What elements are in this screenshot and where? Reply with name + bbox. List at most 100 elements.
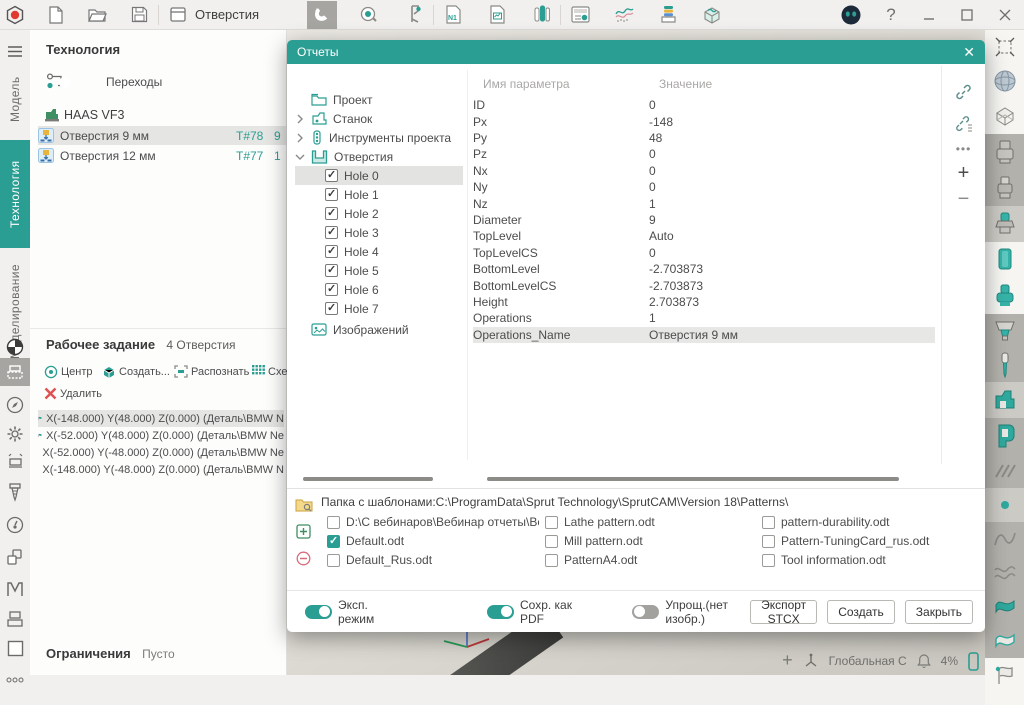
hatch-section-icon[interactable]: [985, 454, 1024, 488]
param-row[interactable]: Diameter9: [473, 212, 935, 228]
param-row[interactable]: Nx0: [473, 163, 935, 179]
hole-checkbox[interactable]: [325, 283, 338, 296]
template-checkbox[interactable]: [762, 535, 775, 548]
copy-cubes-icon[interactable]: [0, 543, 30, 571]
export-mode-toggle[interactable]: [305, 605, 332, 619]
template-checkbox[interactable]: [762, 554, 775, 567]
operation-row[interactable]: Отверстия 12 мм T#77 1: [38, 146, 286, 165]
workpiece-flag-icon[interactable]: [985, 590, 1024, 624]
simplified-toggle[interactable]: [632, 605, 659, 619]
param-row[interactable]: Operations1: [473, 310, 935, 326]
postprocessor-box-button[interactable]: [697, 1, 727, 29]
tree-hscrollbar[interactable]: [303, 477, 433, 481]
tree-item-hole[interactable]: Hole 0: [295, 166, 463, 185]
link-icon[interactable]: [955, 84, 972, 101]
tree-item-hole[interactable]: Hole 4: [295, 242, 463, 261]
notifications-bell-icon[interactable]: [917, 653, 931, 669]
save-button[interactable]: [124, 1, 154, 29]
delete-button[interactable]: Удалить: [44, 387, 102, 400]
machine-name[interactable]: HAAS VF3: [64, 108, 124, 122]
machine-transform-icon[interactable]: [0, 447, 30, 475]
print-layers-button[interactable]: [653, 1, 683, 29]
coordinate-system-label[interactable]: Глобальная СК: [829, 654, 907, 668]
template-checkbox[interactable]: [327, 535, 340, 548]
create-report-button[interactable]: Создать: [827, 600, 895, 624]
blank-square-icon[interactable]: [0, 634, 30, 662]
remove-param-button[interactable]: −: [958, 194, 970, 204]
tree-item-hole[interactable]: Hole 1: [295, 185, 463, 204]
add-param-button[interactable]: +: [958, 166, 970, 180]
close-window-button[interactable]: [990, 1, 1020, 29]
holder-display-2-icon[interactable]: [985, 170, 1024, 206]
job-point-row[interactable]: X(-148.000) Y(48.000) Z(0.000) (Деталь\B…: [38, 410, 284, 427]
save-pdf-toggle[interactable]: [487, 605, 514, 619]
assistant-robot-button[interactable]: [836, 1, 866, 29]
more-options-icon[interactable]: •••: [956, 146, 972, 152]
tree-item-hole[interactable]: Hole 3: [295, 223, 463, 242]
select-frame-icon[interactable]: [985, 30, 1024, 64]
export-stcx-button[interactable]: Экспорт STCX: [750, 600, 817, 624]
template-checkbox[interactable]: [762, 516, 775, 529]
open-file-button[interactable]: [82, 1, 112, 29]
param-row[interactable]: Px-148: [473, 113, 935, 129]
drill-tool-icon[interactable]: [0, 478, 30, 506]
hole-checkbox[interactable]: [325, 207, 338, 220]
operation-row[interactable]: Отверстия 9 мм T#78 9: [38, 126, 286, 145]
template-checkbox[interactable]: [545, 516, 558, 529]
close-dialog-button[interactable]: Закрыть: [905, 600, 973, 624]
workpiece-quadrant-icon[interactable]: [0, 333, 30, 361]
simplified-toggle-row[interactable]: Упрощ.(нет изобр.): [632, 598, 750, 626]
export-mode-toggle-row[interactable]: Эксп. режим: [305, 598, 392, 626]
point-display-icon[interactable]: [985, 488, 1024, 522]
add-template-button[interactable]: [296, 524, 311, 539]
flag-check-icon[interactable]: [985, 658, 1024, 705]
template-file[interactable]: Lathe pattern.odt: [545, 515, 757, 529]
dialog-titlebar[interactable]: Отчеты ✕: [287, 40, 985, 64]
param-row[interactable]: Height2.703873: [473, 294, 935, 310]
template-file[interactable]: Tool information.odt: [762, 553, 974, 567]
template-checkbox[interactable]: [327, 516, 340, 529]
template-file[interactable]: Default_Rus.odt: [327, 553, 539, 567]
maximize-button[interactable]: [952, 1, 982, 29]
minimize-button[interactable]: [914, 1, 944, 29]
template-file[interactable]: PatternA4.odt: [545, 553, 757, 567]
job-point-row[interactable]: X(-148.000) Y(-48.000) Z(0.000) (Деталь\…: [38, 461, 284, 478]
table-hscrollbar[interactable]: [487, 477, 899, 481]
workpiece-flag-2-icon[interactable]: [985, 624, 1024, 658]
recognize-button[interactable]: Распознать: [174, 365, 249, 378]
holder-display-1-icon[interactable]: [985, 134, 1024, 170]
dialog-close-icon[interactable]: ✕: [963, 44, 975, 61]
gauge-icon[interactable]: [0, 511, 30, 539]
remove-template-button[interactable]: [296, 551, 311, 566]
tree-item-tools[interactable]: Инструменты проекта: [295, 128, 463, 147]
template-checkbox[interactable]: [545, 554, 558, 567]
window-icon[interactable]: [163, 1, 193, 29]
tree-item-hole[interactable]: Hole 6: [295, 280, 463, 299]
template-file[interactable]: Pattern-TuningCard_rus.odt: [762, 534, 974, 548]
hole-checkbox[interactable]: [325, 169, 338, 182]
param-row[interactable]: Pz0: [473, 146, 935, 162]
new-file-button[interactable]: [40, 1, 70, 29]
hole-checkbox[interactable]: [325, 264, 338, 277]
save-pdf-toggle-row[interactable]: Сохр. как PDF: [487, 598, 582, 626]
tree-item-machine[interactable]: Станок: [295, 109, 463, 128]
template-file[interactable]: Mill pattern.odt: [545, 534, 757, 548]
param-row[interactable]: Ny0: [473, 179, 935, 195]
hole-checkbox[interactable]: [325, 302, 338, 315]
create-job-button[interactable]: Создать...: [102, 365, 170, 378]
param-row[interactable]: BottomLevel-2.703873: [473, 261, 935, 277]
tree-item-images[interactable]: Изображений: [295, 320, 463, 339]
compass-icon[interactable]: [0, 391, 30, 419]
template-file[interactable]: pattern-durability.odt: [762, 515, 974, 529]
hole-checkbox[interactable]: [325, 245, 338, 258]
report-doc-button[interactable]: [482, 1, 512, 29]
tree-item-holes[interactable]: Отверстия: [295, 147, 463, 166]
help-button[interactable]: ?: [876, 1, 906, 29]
param-row[interactable]: ID0: [473, 97, 935, 113]
wireframe-box-icon[interactable]: [985, 98, 1024, 134]
curve-display-icon[interactable]: [985, 522, 1024, 556]
macro-m-icon[interactable]: [0, 575, 30, 603]
template-folder-icon[interactable]: [295, 497, 313, 513]
statistics-button[interactable]: [609, 1, 639, 29]
template-checkbox[interactable]: [327, 554, 340, 567]
